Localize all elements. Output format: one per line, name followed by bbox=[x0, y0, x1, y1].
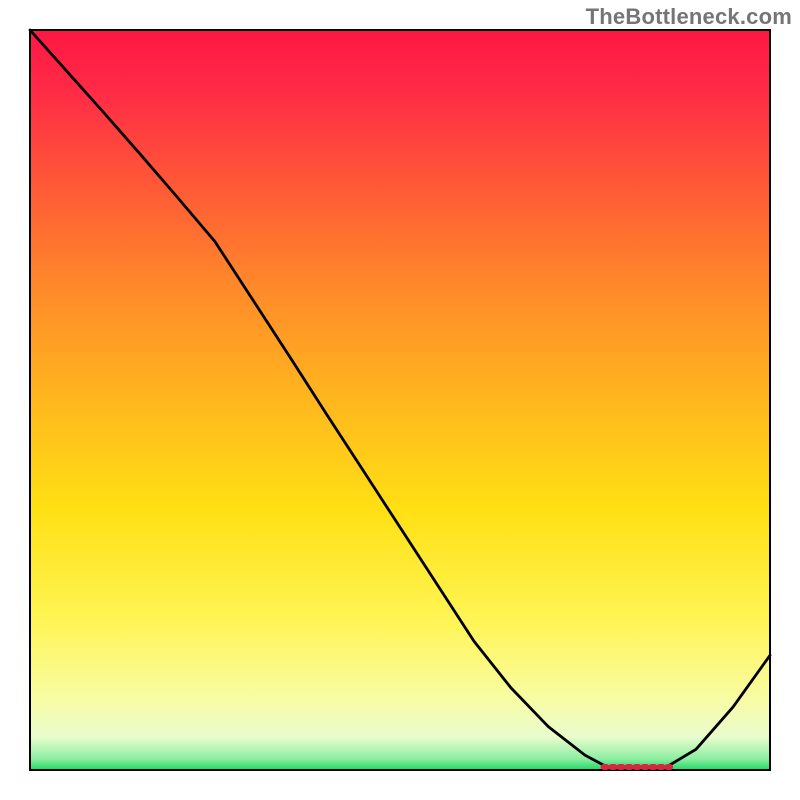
chart-frame: TheBottleneck.com bbox=[0, 0, 800, 800]
chart-canvas bbox=[0, 0, 800, 800]
watermark-text: TheBottleneck.com bbox=[586, 4, 792, 30]
chart-background-gradient bbox=[30, 30, 770, 770]
chart-svg bbox=[0, 0, 800, 800]
